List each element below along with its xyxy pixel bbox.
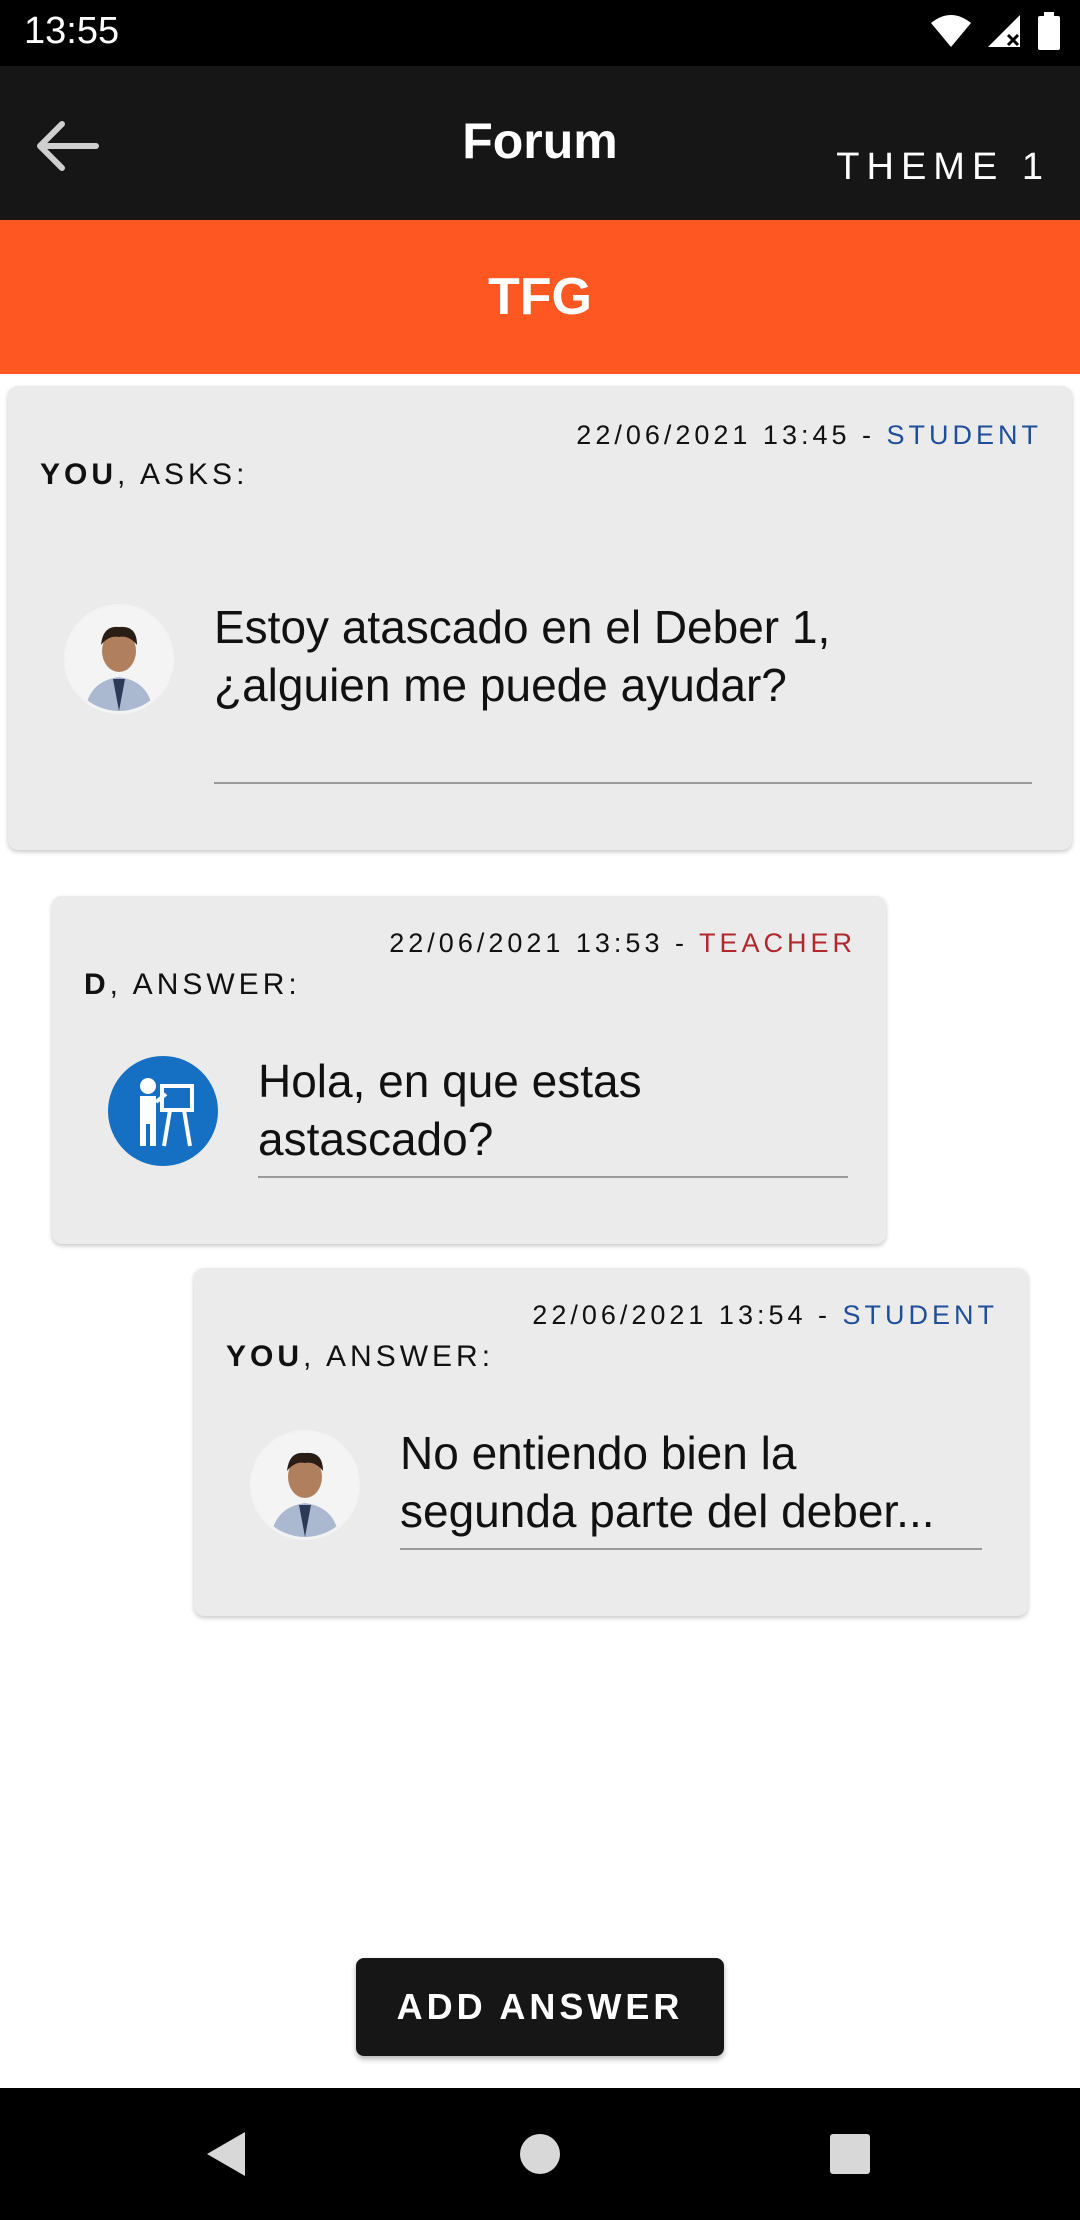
status-time: 13:55 [24, 10, 120, 52]
post-message: Hola, en que estas astascado? [258, 1052, 858, 1168]
author-role: STUDENT [842, 1300, 998, 1330]
message-underline [258, 1176, 848, 1178]
post-action: , ASKS: [117, 458, 249, 491]
circle-home-icon [520, 2134, 560, 2174]
post-timestamp: 22/06/2021 13:45 - [576, 420, 887, 450]
post-meta: 22/06/2021 13:53 - TEACHER [389, 928, 856, 959]
message-line: Estoy atascado en el Deber 1, [214, 601, 831, 653]
post-timestamp: 22/06/2021 13:53 - [389, 928, 699, 958]
student-avatar [250, 1430, 360, 1540]
triangle-back-icon [207, 2132, 245, 2176]
post-author: YOU, ASKS: [40, 458, 248, 492]
message-line: segunda parte del deber... [400, 1485, 935, 1537]
square-recents-icon [830, 2134, 870, 2174]
post-meta: 22/06/2021 13:54 - STUDENT [532, 1300, 998, 1331]
message-line: astascado? [258, 1113, 494, 1165]
nav-back-button[interactable] [176, 2088, 276, 2220]
theme-label: THEME 1 [836, 146, 1050, 188]
message-line: No entiendo bien la [400, 1427, 797, 1479]
post-message: No entiendo bien la segunda parte del de… [400, 1424, 1020, 1540]
battery-icon [1038, 12, 1060, 50]
course-banner: TFG [0, 220, 1080, 374]
navigation-bar [0, 2088, 1080, 2220]
status-bar: 13:55 [0, 0, 1080, 66]
student-avatar [64, 604, 174, 714]
post-message: Estoy atascado en el Deber 1, ¿alguien m… [214, 598, 1044, 714]
message-underline [214, 782, 1032, 784]
post-action: , ANSWER: [303, 1340, 495, 1373]
author-name: D [84, 968, 110, 1001]
nav-home-button[interactable] [490, 2088, 590, 2220]
course-name: TFG [488, 268, 592, 326]
teacher-avatar [108, 1056, 218, 1166]
message-underline [400, 1548, 982, 1550]
author-role: TEACHER [698, 928, 856, 958]
message-line: ¿alguien me puede ayudar? [214, 659, 787, 711]
status-icons [930, 12, 1060, 50]
nav-recents-button[interactable] [800, 2088, 900, 2220]
post-action: , ANSWER: [109, 968, 301, 1001]
app-bar: Forum THEME 1 [0, 66, 1080, 220]
post-timestamp: 22/06/2021 13:54 - [532, 1300, 843, 1330]
answer-card: 22/06/2021 13:53 - TEACHER D, ANSWER: Ho… [52, 896, 886, 1244]
student-photo-icon [253, 1433, 357, 1537]
teacher-icon [140, 1078, 194, 1147]
wifi-icon [931, 15, 971, 47]
add-answer-button[interactable]: ADD ANSWER [356, 1958, 724, 2056]
signal-icon [988, 15, 1020, 47]
message-line: Hola, en que estas [258, 1055, 642, 1107]
post-author: D, ANSWER: [84, 968, 301, 1002]
post-meta: 22/06/2021 13:45 - STUDENT [576, 420, 1042, 451]
answer-card: 22/06/2021 13:54 - STUDENT YOU, ANSWER: … [194, 1268, 1028, 1616]
student-photo-icon [67, 607, 171, 711]
author-role: STUDENT [886, 420, 1042, 450]
post-author: YOU, ANSWER: [226, 1340, 494, 1374]
author-name: YOU [226, 1340, 304, 1373]
question-card: 22/06/2021 13:45 - STUDENT YOU, ASKS: Es… [8, 386, 1072, 850]
author-name: YOU [40, 458, 118, 491]
